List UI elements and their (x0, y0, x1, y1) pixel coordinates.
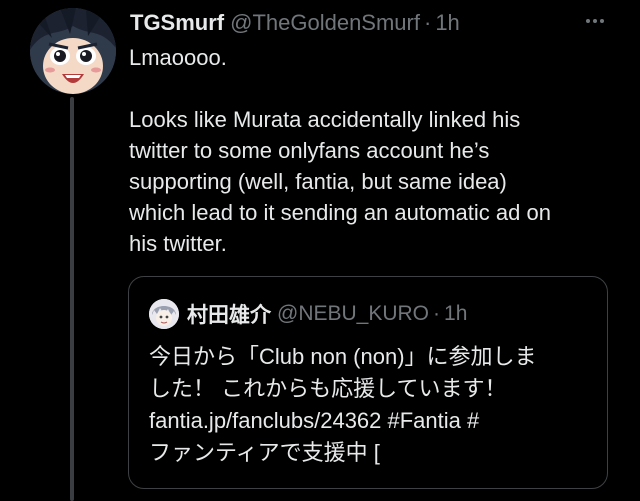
quoted-display-name[interactable]: 村田雄介 (187, 299, 271, 329)
quoted-tweet-card[interactable]: 村田雄介 @NEBU_KURO · 1h 今日から「Club non (non)… (128, 276, 608, 489)
anime-character-avatar-icon (30, 8, 116, 94)
more-options-icon[interactable] (582, 12, 608, 30)
quoted-text-line[interactable]: fantia.jp/fanclubs/24362 #Fantia # (149, 405, 599, 437)
separator-dot: · (433, 302, 441, 325)
quoted-text-line: 今日から「Club non (non)」に参加しま (149, 344, 537, 369)
user-handle[interactable]: @TheGoldenSmurf (230, 10, 420, 36)
timestamp[interactable]: 1h (435, 10, 459, 36)
thread-line (70, 97, 74, 501)
display-name[interactable]: TGSmurf (130, 10, 224, 36)
tweet-text-line: Lmaoooo. (129, 45, 227, 70)
quoted-timestamp[interactable]: 1h (444, 302, 467, 326)
avatar[interactable] (30, 8, 116, 94)
quoted-tweet-text: 今日から「Club non (non)」に参加しま した！ これからも応援してい… (149, 341, 599, 469)
tweet-text-line: supporting (well, fantia, but same idea) (129, 169, 507, 194)
quoted-text-line: ファンティアで支援中 [ (149, 440, 380, 465)
tweet-text-line: twitter to some onlyfans account he’s (129, 138, 490, 163)
tweet-text-blank-line (129, 73, 619, 104)
quoted-user-handle[interactable]: @NEBU_KURO (277, 302, 429, 326)
more-dot (586, 19, 590, 23)
quoted-text-line: した！ これからも応援しています！ (149, 376, 507, 401)
more-dot (593, 19, 597, 23)
tweet-text-line: his twitter. (129, 231, 227, 256)
tweet-text: Lmaoooo. Looks like Murata accidentally … (129, 42, 619, 259)
quoted-avatar[interactable] (149, 299, 179, 329)
tweet-header: TGSmurf @TheGoldenSmurf · 1h (130, 8, 610, 38)
more-dot (600, 19, 604, 23)
separator-dot: · (423, 10, 432, 35)
tweet[interactable]: TGSmurf @TheGoldenSmurf · 1h Lmaoooo. Lo… (0, 0, 640, 501)
manga-character-avatar-icon (149, 299, 179, 329)
tweet-text-line: which lead to it sending an automatic ad… (129, 200, 551, 225)
tweet-text-line: Looks like Murata accidentally linked hi… (129, 107, 521, 132)
quoted-tweet-header: 村田雄介 @NEBU_KURO · 1h (149, 299, 467, 329)
